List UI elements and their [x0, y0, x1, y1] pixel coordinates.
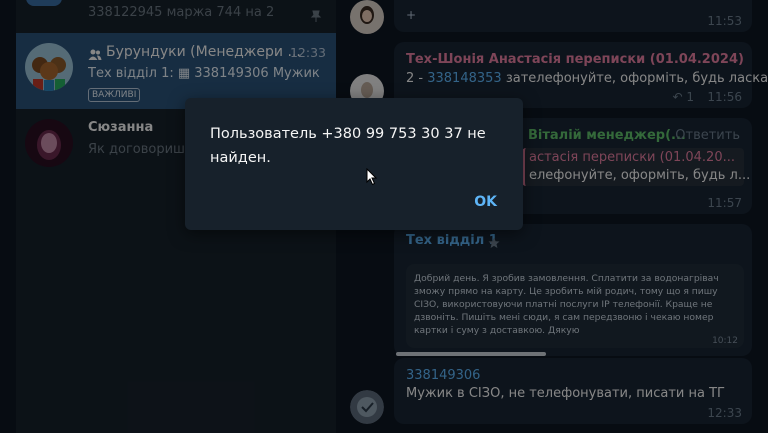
telegram-window: 338122945 маржа 744 на 2 Бурундуки (Мене…	[0, 0, 768, 433]
dialog-message: Пользователь +380 99 753 30 37 не найден…	[210, 126, 486, 166]
ok-button[interactable]: OK	[462, 190, 509, 214]
error-dialog: Пользователь +380 99 753 30 37 не найден…	[185, 98, 523, 230]
mouse-cursor-icon	[366, 167, 378, 186]
